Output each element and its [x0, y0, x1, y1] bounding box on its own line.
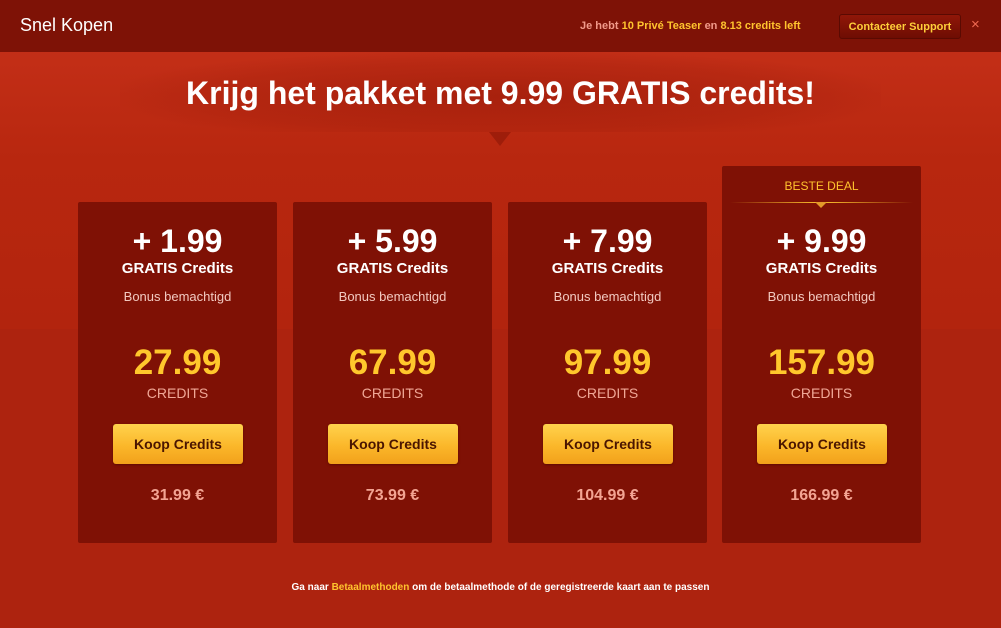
- gratis-credits-label: GRATIS Credits: [121, 260, 234, 277]
- payment-methods-link[interactable]: Betaalmethoden: [332, 582, 410, 593]
- credit-amount: 27.99: [133, 343, 222, 382]
- credits-label: CREDITS: [361, 385, 424, 401]
- package-card-content: + 7.99 GRATIS Credits Bonus bemachtigd 9…: [508, 202, 707, 543]
- title-bar: Snel Kopen Je hebt 10 Privé Teaser en 8.…: [0, 0, 1001, 52]
- bonus-amount: + 1.99: [132, 223, 223, 259]
- quick-buy-dialog: Snel Kopen Je hebt 10 Privé Teaser en 8.…: [0, 0, 1001, 628]
- credit-amount: 67.99: [348, 343, 437, 382]
- package-card-best-deal: BESTE DEAL + 9.99 GRATIS Credits Bonus b…: [722, 166, 921, 543]
- credit-amount: 97.99: [563, 343, 652, 382]
- bonus-amount: + 9.99: [776, 223, 867, 259]
- gratis-credits-label: GRATIS Credits: [336, 260, 449, 277]
- package-card: + 1.99 GRATIS Credits Bonus bemachtigd 2…: [78, 202, 277, 543]
- credits-left: 8.13 credits left: [720, 20, 801, 32]
- best-deal-badge: BESTE DEAL: [784, 179, 859, 193]
- status-mid: en: [704, 20, 718, 32]
- buy-credits-button[interactable]: Koop Credits: [113, 424, 243, 464]
- page-title: Krijg het pakket met 9.99 GRATIS credits…: [186, 75, 815, 111]
- footer-text-after: om de betaalmethode of de geregistreerde…: [412, 582, 710, 593]
- headline-pointer: [489, 132, 511, 146]
- window-title: Snel Kopen: [20, 15, 114, 35]
- package-price: 104.99 €: [576, 487, 639, 504]
- package-price: 31.99 €: [150, 487, 205, 504]
- credits-label: CREDITS: [576, 385, 639, 401]
- gratis-credits-label: GRATIS Credits: [765, 260, 878, 277]
- bonus-amount: + 5.99: [347, 223, 438, 259]
- bonus-text: Bonus bemachtigd: [123, 289, 232, 304]
- package-card-content: + 5.99 GRATIS Credits Bonus bemachtigd 6…: [293, 202, 492, 543]
- bonus-text: Bonus bemachtigd: [553, 289, 662, 304]
- credits-label: CREDITS: [146, 385, 209, 401]
- package-card: + 7.99 GRATIS Credits Bonus bemachtigd 9…: [508, 202, 707, 543]
- footer-text-before: Ga naar: [291, 582, 329, 593]
- close-icon[interactable]: ×: [971, 17, 980, 33]
- buy-credits-button[interactable]: Koop Credits: [757, 424, 887, 464]
- package-card-content: + 1.99 GRATIS Credits Bonus bemachtigd 2…: [78, 202, 277, 543]
- credit-amount: 157.99: [767, 343, 876, 382]
- package-card-content: + 9.99 GRATIS Credits Bonus bemachtigd 1…: [722, 202, 921, 543]
- bonus-amount: + 7.99: [562, 223, 653, 259]
- package-card: + 5.99 GRATIS Credits Bonus bemachtigd 6…: [293, 202, 492, 543]
- package-price: 166.99 €: [790, 487, 853, 504]
- package-price: 73.99 €: [365, 487, 420, 504]
- bonus-text: Bonus bemachtigd: [767, 289, 876, 304]
- account-status: Je hebt 10 Privé Teaser en 8.13 credits …: [580, 20, 801, 32]
- credits-label: CREDITS: [790, 385, 853, 401]
- contact-support-button[interactable]: Contacteer Support: [839, 14, 961, 39]
- bonus-text: Bonus bemachtigd: [338, 289, 447, 304]
- teaser-count: 10 Privé Teaser: [621, 20, 702, 32]
- buy-credits-button[interactable]: Koop Credits: [328, 424, 458, 464]
- gratis-credits-label: GRATIS Credits: [551, 260, 664, 277]
- payment-method-note: Ga naar Betaalmethoden om de betaalmetho…: [0, 582, 1001, 593]
- status-prefix: Je hebt: [580, 20, 619, 32]
- buy-credits-button[interactable]: Koop Credits: [543, 424, 673, 464]
